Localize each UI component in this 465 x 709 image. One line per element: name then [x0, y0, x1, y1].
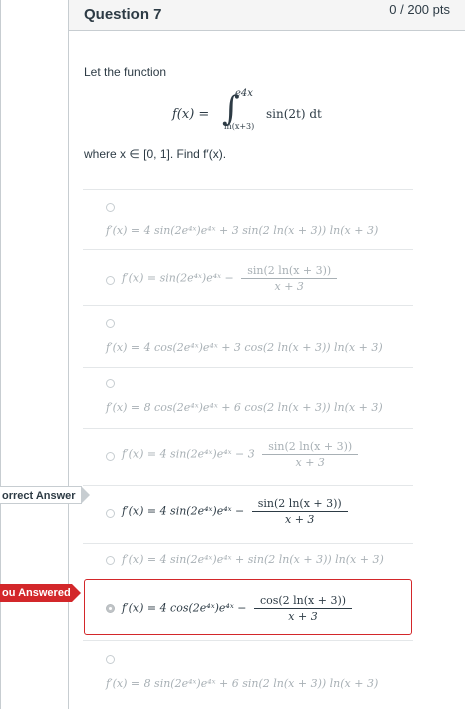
- question-domain: where x ∈ [0, 1]. Find f′(x).: [84, 147, 227, 161]
- option-2-main: f′(x) = sin(2e⁴ˣ)e⁴ˣ −: [122, 271, 234, 285]
- option-5-denominator: x + 3: [295, 456, 325, 469]
- divider: [83, 367, 413, 368]
- integral-lhs: f(x) =: [172, 107, 210, 122]
- option-7-radio[interactable]: [106, 556, 115, 565]
- option-7-expression: f′(x) = 4 sin(2e⁴ˣ)e⁴ˣ + sin(2 ln(x + 3)…: [122, 553, 384, 566]
- option-9-expression: f′(x) = 8 sin(2e⁴ˣ)e⁴ˣ + 6 sin(2 ln(x + …: [106, 677, 379, 690]
- you-answered-tag: ou Answered: [0, 584, 81, 602]
- option-6-expression: f′(x) = 4 sin(2e⁴ˣ)e⁴ˣ − sin(2 ln(x + 3)…: [122, 497, 348, 526]
- option-6-main: f′(x) = 4 sin(2e⁴ˣ)e⁴ˣ −: [122, 504, 245, 518]
- question-points: 0 / 200 pts: [389, 2, 450, 17]
- integral-integrand: sin(2t) dt: [266, 107, 322, 121]
- option-3-radio[interactable]: [106, 319, 115, 328]
- left-border: [0, 0, 1, 709]
- divider: [83, 485, 413, 486]
- option-6-numerator: sin(2 ln(x + 3)): [251, 497, 348, 512]
- option-8-radio[interactable]: [106, 604, 115, 613]
- option-8-numerator: cos(2 ln(x + 3)): [253, 594, 353, 609]
- option-8-expression: f′(x) = 4 cos(2e⁴ˣ)e⁴ˣ − cos(2 ln(x + 3)…: [122, 594, 353, 623]
- integral-definition: f(x) = ∫ e4x ln(x+3) sin(2t) dt: [172, 88, 332, 136]
- option-1-radio[interactable]: [106, 203, 115, 212]
- option-2-expression: f′(x) = sin(2e⁴ˣ)e⁴ˣ − sin(2 ln(x + 3)) x…: [122, 264, 338, 293]
- quiz-page: Question 7 0 / 200 pts Let the function …: [0, 0, 465, 709]
- divider: [83, 249, 413, 250]
- divider: [83, 640, 413, 641]
- option-6-radio[interactable]: [106, 509, 115, 518]
- option-2-radio[interactable]: [106, 276, 115, 285]
- option-5-radio[interactable]: [106, 452, 115, 461]
- correct-answer-tag: orrect Answer: [0, 486, 90, 504]
- option-4-radio[interactable]: [106, 379, 115, 388]
- integral-lower-limit: ln(x+3): [224, 122, 255, 131]
- integral-upper-limit: e4x: [235, 88, 253, 99]
- option-5-numerator: sin(2 ln(x + 3)): [262, 440, 359, 455]
- option-2-denominator: x + 3: [274, 280, 304, 293]
- divider: [83, 428, 413, 429]
- question-header: Question 7 0 / 200 pts: [69, 0, 465, 31]
- divider: [83, 189, 413, 190]
- option-4-expression: f′(x) = 8 cos(2e⁴ˣ)e⁴ˣ + 6 cos(2 ln(x + …: [106, 401, 383, 414]
- option-8-main: f′(x) = 4 cos(2e⁴ˣ)e⁴ˣ −: [122, 601, 247, 615]
- question-title: Question 7: [84, 6, 162, 23]
- option-9-radio[interactable]: [106, 655, 115, 664]
- divider: [83, 305, 413, 306]
- divider: [83, 543, 413, 544]
- question-intro: Let the function: [84, 65, 167, 79]
- option-8-denominator: x + 3: [288, 610, 318, 623]
- option-5-main: f′(x) = 4 sin(2e⁴ˣ)e⁴ˣ − 3: [122, 447, 255, 461]
- option-5-expression: f′(x) = 4 sin(2e⁴ˣ)e⁴ˣ − 3 sin(2 ln(x + …: [122, 440, 359, 469]
- option-1-expression: f′(x) = 4 sin(2e⁴ˣ)e⁴ˣ + 3 sin(2 ln(x + …: [106, 224, 379, 237]
- option-3-expression: f′(x) = 4 cos(2e⁴ˣ)e⁴ˣ + 3 cos(2 ln(x + …: [106, 341, 383, 354]
- option-2-numerator: sin(2 ln(x + 3)): [241, 264, 338, 279]
- option-6-denominator: x + 3: [285, 513, 315, 526]
